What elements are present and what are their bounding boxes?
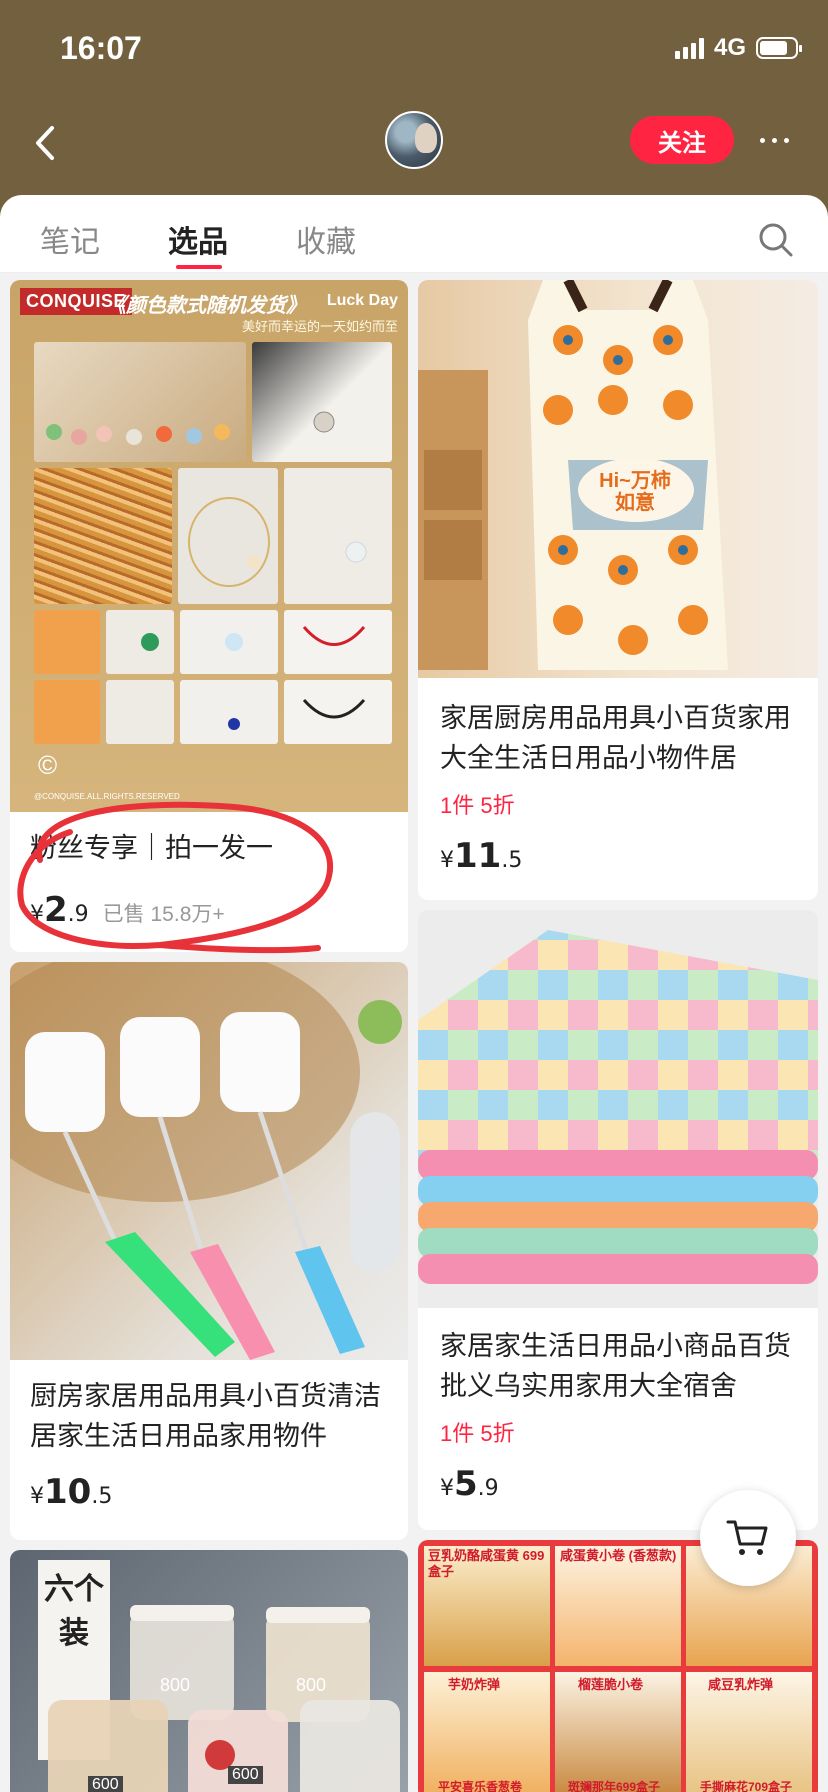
snack-label: 平安喜乐香葱卷 — [438, 1780, 523, 1792]
apron-text: Hi~万柿如意 — [599, 470, 671, 514]
back-button[interactable] — [28, 118, 64, 168]
dot-icon — [783, 137, 789, 143]
more-options-button[interactable] — [752, 128, 796, 152]
dot-icon — [771, 137, 777, 143]
product-title: 家居家生活日用品小商品百货批义乌实用家用大全宿舍 — [440, 1331, 791, 1401]
image-subline: 美好而幸运的一天如约而至 — [241, 319, 398, 334]
product-price: ¥11.5 — [440, 836, 523, 876]
network-type: 4G — [713, 34, 746, 61]
sold-count: 已售 15.8万+ — [102, 903, 225, 926]
promo-badge: 1件 5折 — [440, 1421, 515, 1446]
product-card[interactable]: 厨房家居用品用具小百货清洁居家生活日用品家用物件 ¥10.5 — [10, 962, 408, 1540]
product-card[interactable]: 六个装 800 800 600 600 — [10, 1550, 408, 1792]
active-tab-indicator — [176, 265, 222, 269]
capacity-label: 800 — [296, 1675, 327, 1695]
snack-label: 芋奶炸弹 — [448, 1677, 501, 1692]
snack-label: 斑斓那年699盒子 — [568, 1780, 661, 1792]
snack-label: 豆乳奶酪咸蛋黄 699盒子 — [428, 1548, 545, 1579]
snack-label: 手撕麻花709盒子 — [700, 1780, 793, 1792]
capacity-label: 600 — [88, 1776, 123, 1792]
product-image-jewelry: CONQUISE 《颜色款式随机发货》 Luck Day 美好而幸运的一天如约而… — [10, 280, 408, 812]
status-indicators: 4G — [674, 34, 802, 62]
tab-products[interactable]: 选品 — [168, 217, 228, 261]
follow-button[interactable]: 关注 — [630, 116, 734, 164]
product-image-containers: 六个装 800 800 600 600 — [10, 1550, 408, 1792]
battery-icon — [756, 37, 802, 59]
product-price: ¥10.5 — [30, 1472, 113, 1512]
product-card[interactable]: Hi~万柿如意 家居厨房用品用具小百货家用大全生活日用品小物件居 1件 5折 ¥… — [418, 280, 818, 900]
snack-label: 咸蛋黄小卷 (香葱款) — [560, 1548, 677, 1563]
cart-button[interactable] — [700, 1490, 796, 1586]
product-image-apron: Hi~万柿如意 — [418, 280, 818, 678]
product-title: 厨房家居用品用具小百货清洁居家生活日用品家用物件 — [30, 1381, 381, 1451]
image-headline: 《颜色款式随机发货》 — [106, 295, 306, 317]
product-price: ¥5.9 — [440, 1464, 499, 1504]
tab-notes[interactable]: 笔记 — [40, 217, 100, 261]
tab-favorites[interactable]: 收藏 — [296, 217, 356, 261]
chevron-left-icon — [36, 126, 54, 160]
shopping-cart-icon — [726, 1520, 768, 1555]
product-title: 家居厨房用品用具小百货家用大全生活日用品小物件居 — [440, 703, 791, 773]
promo-badge: 1件 5折 — [440, 793, 515, 818]
product-image-brushes — [10, 962, 408, 1360]
avatar[interactable] — [385, 111, 443, 169]
snack-label: 咸豆乳炸弹 — [708, 1677, 774, 1692]
search-icon[interactable] — [757, 221, 795, 259]
product-price: ¥2.9 已售 15.8万+ — [30, 890, 225, 930]
capacity-label: 800 — [160, 1675, 191, 1695]
product-card[interactable]: CONQUISE 《颜色款式随机发货》 Luck Day 美好而幸运的一天如约而… — [10, 280, 408, 952]
capacity-label: 600 — [228, 1766, 263, 1784]
product-title: 粉丝专享｜拍一发一 — [30, 833, 273, 863]
status-time: 16:07 — [60, 30, 142, 66]
product-card[interactable]: 家居家生活日用品小商品百货批义乌实用家用大全宿舍 1件 5折 ¥5.9 — [418, 910, 818, 1530]
profile-tabs: 笔记 选品 收藏 — [0, 195, 828, 273]
signal-icon — [674, 37, 704, 59]
snack-label: 榴莲脆小卷 — [578, 1677, 644, 1692]
image-tagline: Luck Day — [326, 292, 398, 309]
jewelry-collage — [34, 342, 394, 744]
product-image-towels — [418, 910, 818, 1308]
copyright-mark: © — [38, 750, 58, 780]
rights-text: @CONQUISE.ALL.RIGHTS.RESERVED — [34, 792, 180, 801]
dot-icon — [759, 137, 765, 143]
